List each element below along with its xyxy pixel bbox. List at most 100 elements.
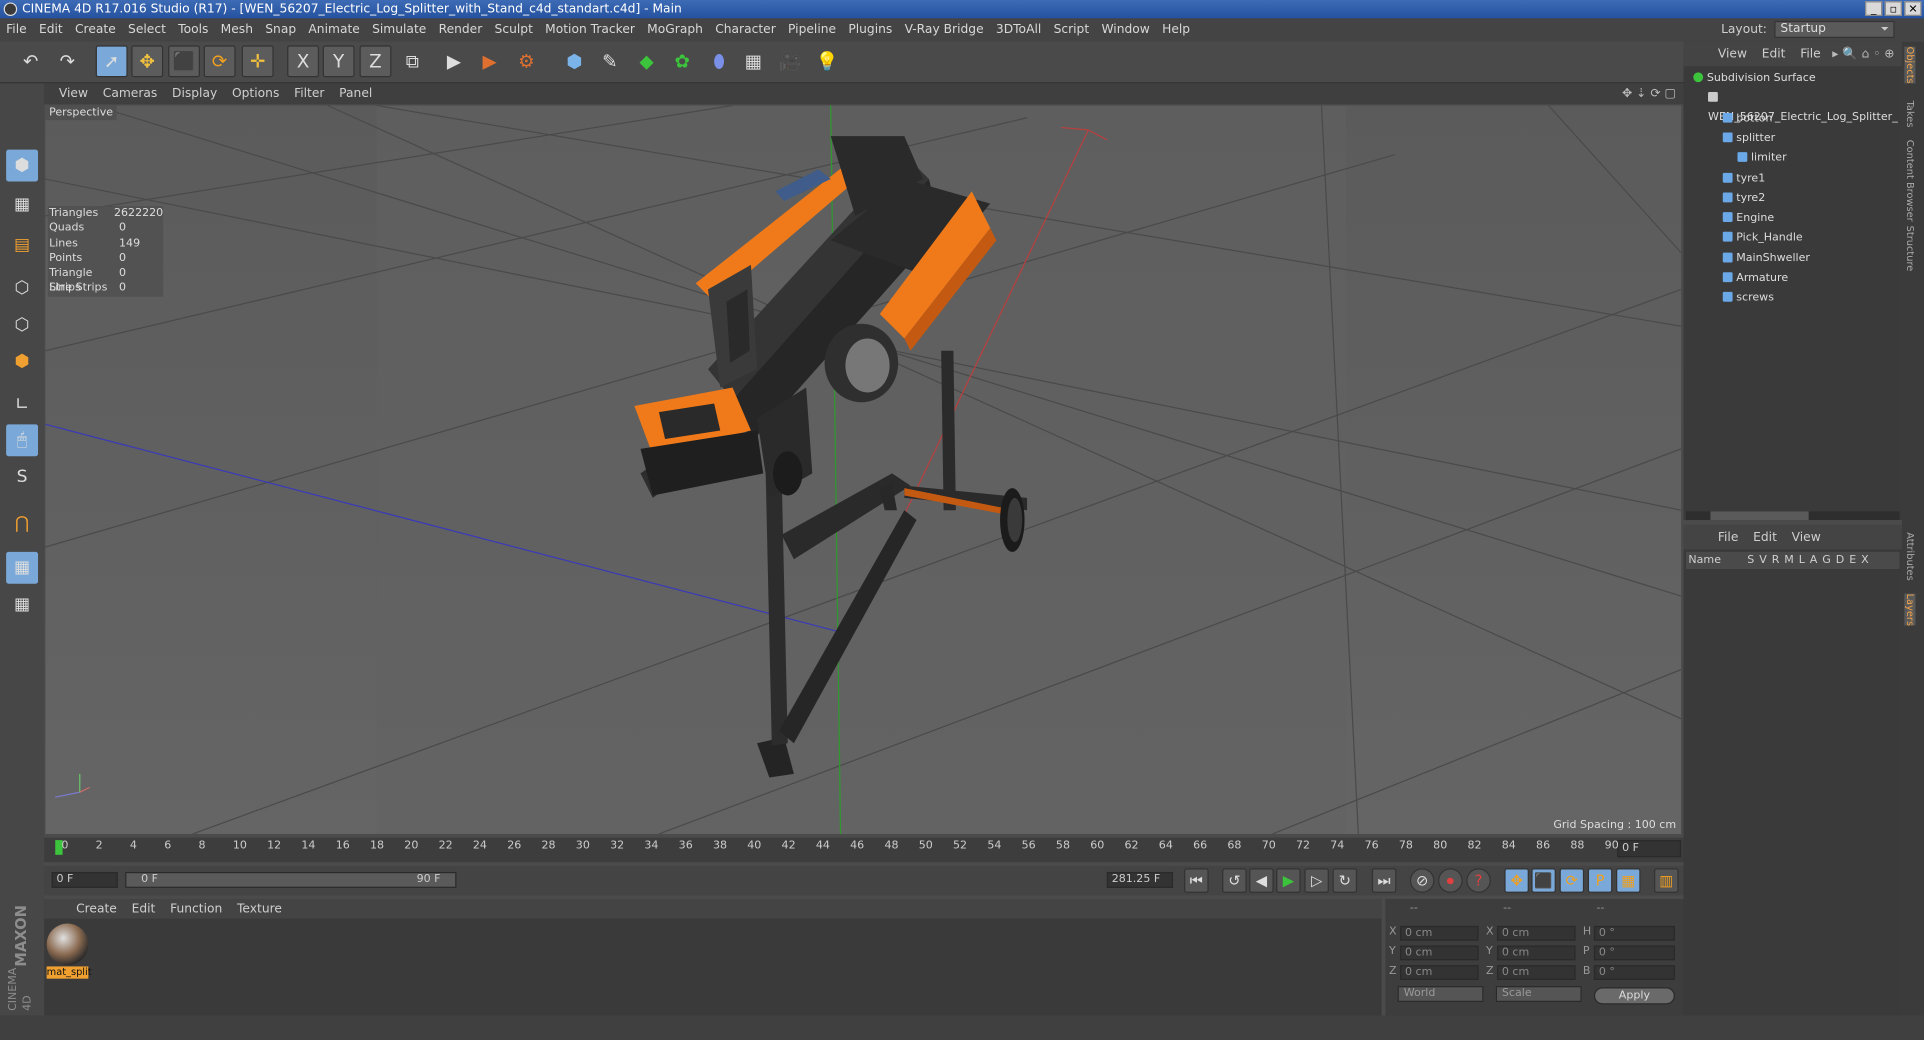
viewport-nav-icons[interactable]: ✥ ⇣ ⟳ ▢ [1622, 87, 1676, 100]
layer-column-d[interactable]: D [1833, 552, 1846, 569]
side-tab-structure[interactable]: Structure [1904, 226, 1915, 272]
menu-sculpt[interactable]: Sculpt [488, 23, 539, 36]
texture-mode-icon[interactable]: ▦ [6, 189, 38, 221]
previous-frame-button[interactable]: ◀ [1249, 868, 1274, 893]
layer-column-r[interactable]: R [1769, 552, 1782, 569]
layout-dropdown[interactable]: Startup [1774, 20, 1895, 39]
minimize-button[interactable]: _ [1865, 1, 1883, 16]
object-tree-item[interactable]: Pick_Handle [1683, 229, 1901, 249]
maximize-button[interactable]: ▫ [1884, 1, 1902, 16]
rotation-field[interactable]: 0 ° [1593, 945, 1675, 961]
layer-menu-edit[interactable]: Edit [1746, 530, 1784, 543]
workplane-lock-icon[interactable]: ▦ [6, 551, 39, 584]
side-tab-content-browser[interactable]: Content Browser [1904, 140, 1915, 222]
object-manager-tools-icons[interactable]: ▸ 🔍 ⌂ ◦ ⊕ [1832, 47, 1902, 60]
menu-script[interactable]: Script [1047, 23, 1095, 36]
rotation-field[interactable]: 0 ° [1593, 925, 1675, 941]
rotate-icon[interactable]: ⟳ [203, 45, 236, 78]
select-icon[interactable]: ➚ [95, 45, 128, 78]
layer-column-m[interactable]: M [1782, 552, 1796, 569]
object-menu-view[interactable]: View [1710, 47, 1754, 60]
workplane-icon[interactable]: ▤ [6, 229, 38, 261]
position-field[interactable]: 0 cm [1400, 965, 1479, 980]
menu-animate[interactable]: Animate [302, 23, 366, 36]
viewport-menu-panel[interactable]: Panel [332, 87, 380, 100]
viewport-menu-display[interactable]: Display [165, 87, 225, 100]
side-tab-takes[interactable]: Takes [1904, 101, 1915, 128]
deformer-icon[interactable]: ⬮ [703, 45, 735, 77]
motion-record-button[interactable]: ⊘ [1409, 868, 1435, 893]
light-icon[interactable]: 💡 [811, 45, 843, 77]
layer-menu-view[interactable]: View [1784, 530, 1828, 543]
menu-v-ray-bridge[interactable]: V-Ray Bridge [898, 23, 989, 36]
side-tab-layers[interactable]: Layers [1904, 593, 1916, 627]
cube-icon[interactable]: ⬢ [558, 45, 590, 77]
timeline-ruler[interactable]: 0 F 0 2 4 6 8 10 12 14 16 18 20 22 24 26 28 30 32 34 36 38 4… [44, 837, 1684, 863]
subdivision-icon[interactable]: ◆ [631, 45, 663, 77]
menu-simulate[interactable]: Simulate [366, 23, 432, 36]
object-tree-item[interactable]: tyre2 [1683, 189, 1901, 209]
layer-column-name[interactable]: Name [1686, 552, 1745, 569]
key-parameter-button[interactable]: P [1587, 868, 1613, 893]
autokey-button[interactable]: ? [1466, 868, 1491, 893]
key-scale-button[interactable]: ⬛ [1531, 868, 1556, 893]
tweak-icon[interactable]: 🖱 [6, 424, 39, 457]
material-menu-create[interactable]: Create [69, 902, 125, 915]
layer-column-g[interactable]: G [1820, 552, 1833, 569]
menu-plugins[interactable]: Plugins [842, 23, 898, 36]
object-tree-item[interactable]: limiter [1683, 149, 1901, 169]
layer-column-x[interactable]: X [1859, 552, 1871, 569]
key-position-button[interactable]: ✥ [1504, 868, 1529, 893]
scrollbar-thumb[interactable] [1710, 511, 1809, 521]
menu-file[interactable]: File [0, 23, 33, 36]
menu-motion-tracker[interactable]: Motion Tracker [539, 23, 641, 36]
grid-snap-icon[interactable]: ▦ [6, 589, 38, 621]
render-picture-viewer-icon[interactable]: ▶ [474, 45, 506, 77]
start-frame-field[interactable]: 0 F [51, 871, 118, 888]
viewport-menu-filter[interactable]: Filter [287, 87, 332, 100]
close-button[interactable]: ✕ [1904, 1, 1922, 16]
menu-render[interactable]: Render [432, 23, 488, 36]
play-button[interactable]: ▶ [1276, 868, 1301, 893]
menu-3dtoall[interactable]: 3DToAll [990, 23, 1048, 36]
object-tree-item[interactable]: screws [1683, 289, 1901, 309]
object-tree-item[interactable]: WEN_56207_Electric_Log_Splitter_ [1683, 89, 1901, 124]
material-menu-edit[interactable]: Edit [124, 902, 162, 915]
model-mode-icon[interactable]: ⬢ [6, 149, 39, 182]
end-frame-field[interactable]: 281.25 F [1106, 871, 1174, 888]
soft-selection-icon[interactable]: S [6, 461, 38, 493]
menu-window[interactable]: Window [1095, 23, 1156, 36]
scale-mode-dropdown[interactable]: Scale [1495, 986, 1582, 1002]
menu-mesh[interactable]: Mesh [215, 23, 260, 36]
axis-icon[interactable]: ∟ [6, 389, 38, 421]
render-settings-icon[interactable]: ⚙ [510, 45, 542, 77]
menu-mograph[interactable]: MoGraph [641, 23, 709, 36]
go-to-start-button[interactable]: ⏮ [1184, 868, 1209, 893]
transform-icon[interactable]: ✛ [241, 45, 274, 78]
position-field[interactable]: 0 cm [1400, 925, 1479, 941]
y-axis-icon[interactable]: Y [322, 45, 355, 78]
next-key-button[interactable]: ↻ [1332, 868, 1358, 893]
menu-edit[interactable]: Edit [33, 23, 69, 36]
next-frame-button[interactable]: ▷ [1304, 868, 1329, 893]
menu-help[interactable]: Help [1156, 23, 1196, 36]
viewport-menu-options[interactable]: Options [225, 87, 287, 100]
apply-button[interactable]: Apply [1593, 987, 1675, 1005]
floor-icon[interactable]: ▦ [737, 45, 769, 77]
cloner-icon[interactable]: ✿ [666, 45, 698, 77]
coordinate-space-dropdown[interactable]: World [1397, 986, 1484, 1002]
viewport-menu-cameras[interactable]: Cameras [95, 87, 164, 100]
timeline-window-button[interactable]: ▥ [1654, 868, 1679, 893]
current-frame-field[interactable]: 0 F [1617, 840, 1682, 858]
go-to-end-button[interactable]: ⏭ [1371, 868, 1397, 893]
size-field[interactable]: 0 cm [1496, 925, 1576, 941]
object-tree-item[interactable]: tyre1 [1683, 169, 1901, 189]
undo-icon[interactable]: ↶ [15, 45, 47, 77]
object-manager-scrollbar[interactable] [1685, 511, 1900, 521]
points-mode-icon[interactable]: ⬡ [6, 272, 38, 304]
scale-icon[interactable]: ⬛ [168, 45, 201, 78]
camera-icon[interactable]: 🎥 [774, 45, 806, 77]
object-tree-item[interactable]: Subdivision Surface [1683, 69, 1901, 89]
object-tree-item[interactable]: Engine [1683, 209, 1901, 229]
object-menu-file[interactable]: File [1793, 47, 1828, 60]
